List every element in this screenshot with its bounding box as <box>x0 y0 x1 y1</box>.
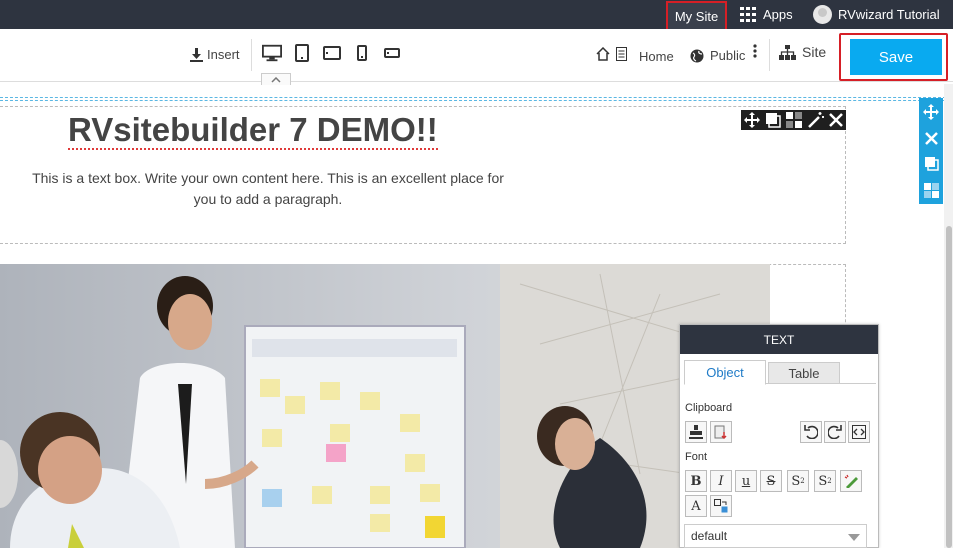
text-color-icon[interactable]: A <box>685 495 707 517</box>
apps-grid-icon <box>740 7 756 22</box>
paste-special-icon[interactable] <box>710 421 732 443</box>
superscript-icon[interactable]: S2 <box>787 470 809 492</box>
team-meeting-photo[interactable] <box>0 264 770 548</box>
collapse-toolbar-button[interactable] <box>261 73 291 85</box>
my-site-label: My Site <box>674 9 719 24</box>
underline-icon[interactable]: u <box>735 470 757 492</box>
paragraph-text[interactable]: This is a text box. Write your own conte… <box>20 168 516 210</box>
style-icon[interactable] <box>786 112 803 128</box>
chevron-up-icon <box>271 76 281 83</box>
desktop-icon[interactable] <box>262 43 282 63</box>
undo-icon[interactable] <box>800 421 822 443</box>
mobile-landscape-icon[interactable] <box>382 43 402 63</box>
paste-icon[interactable] <box>685 421 707 443</box>
scrollbar-thumb[interactable] <box>946 226 952 548</box>
apps-label: Apps <box>763 7 793 22</box>
download-icon <box>190 47 203 62</box>
top-bar: My Site Apps RVwizard Tutorial <box>0 0 953 32</box>
save-highlight: Save <box>839 33 948 81</box>
font-family-value: default <box>691 529 728 543</box>
copy-format-icon[interactable] <box>710 495 732 517</box>
divider <box>251 39 252 71</box>
close-icon[interactable] <box>829 113 844 127</box>
strikethrough-icon[interactable]: S <box>760 470 782 492</box>
insert-button[interactable]: Insert <box>190 47 240 62</box>
more-options-icon[interactable] <box>753 44 757 58</box>
tablet-portrait-icon[interactable] <box>292 43 312 63</box>
editor-toolbar: Insert Home Public Site <box>0 29 953 85</box>
site-menu[interactable]: Site <box>779 44 826 60</box>
source-code-icon[interactable] <box>848 421 870 443</box>
insert-label: Insert <box>207 47 240 62</box>
page-icon <box>616 47 627 61</box>
mobile-portrait-icon[interactable] <box>352 43 372 63</box>
tablet-landscape-icon[interactable] <box>322 43 342 63</box>
magic-wand-icon[interactable] <box>807 112 824 128</box>
avatar <box>813 5 832 24</box>
remove-format-icon[interactable] <box>840 470 862 492</box>
globe-icon <box>690 49 704 62</box>
italic-icon[interactable]: I <box>710 470 732 492</box>
apps-menu[interactable]: Apps <box>740 0 793 29</box>
style-icon[interactable] <box>923 183 939 199</box>
bold-icon[interactable]: B <box>685 470 707 492</box>
site-label: Site <box>802 44 827 60</box>
tab-object[interactable]: Object <box>684 360 766 385</box>
text-properties-panel: TEXT Object Table Clipboard Font B I u S… <box>679 324 879 548</box>
sitemap-icon <box>779 44 796 60</box>
divider <box>769 39 770 71</box>
panel-tabs: Object Table <box>684 359 876 385</box>
section-toolbar <box>919 98 943 204</box>
user-name: RVwizard Tutorial <box>838 7 940 22</box>
copy-icon[interactable] <box>765 112 781 128</box>
clipboard-label: Clipboard <box>685 402 733 414</box>
panel-title: TEXT <box>680 325 878 354</box>
tab-table[interactable]: Table <box>768 362 840 384</box>
home-label: Home <box>639 49 674 64</box>
copy-icon[interactable] <box>924 156 939 172</box>
public-label: Public <box>710 48 746 63</box>
page-headline[interactable]: RVsitebuilder 7 DEMO!! <box>68 111 438 150</box>
redo-icon[interactable] <box>824 421 846 443</box>
move-icon[interactable] <box>743 112 760 128</box>
home-icon <box>596 47 610 61</box>
user-menu[interactable]: RVwizard Tutorial <box>813 0 940 29</box>
chevron-down-icon <box>848 534 860 541</box>
headline-text: RVsitebuilder 7 DEMO!! <box>68 111 438 150</box>
visibility-nav[interactable]: Public <box>690 48 745 63</box>
my-site-link[interactable]: My Site <box>666 1 727 32</box>
section-guide <box>0 97 946 101</box>
page-home-nav[interactable]: Home <box>596 44 674 64</box>
subscript-icon[interactable]: S2 <box>814 470 836 492</box>
save-button[interactable]: Save <box>850 39 942 75</box>
move-icon[interactable] <box>923 103 939 120</box>
element-toolbar <box>741 110 846 130</box>
close-icon[interactable] <box>924 131 938 145</box>
font-label: Font <box>685 451 708 463</box>
font-family-select[interactable]: default <box>684 524 867 548</box>
device-switcher <box>262 43 402 63</box>
